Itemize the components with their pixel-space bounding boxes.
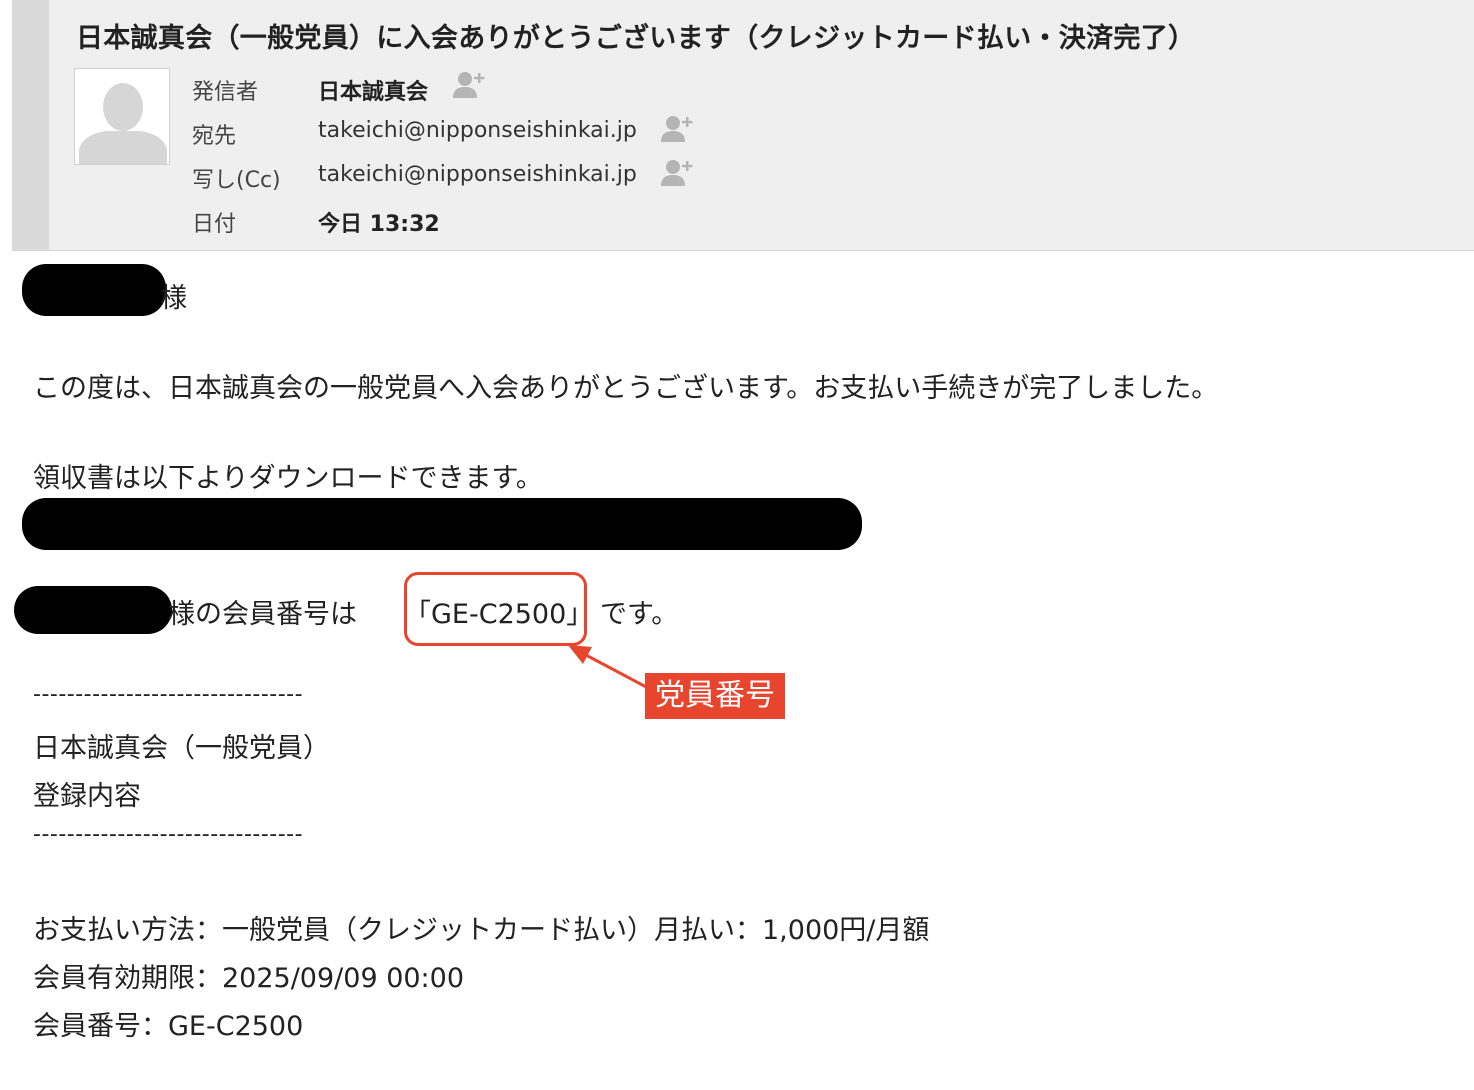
payment-method: お支払い方法：一般党員（クレジットカード払い）月払い：1,000円/月額 <box>33 915 930 946</box>
member-line-suffix: です。 <box>600 599 679 630</box>
add-contact-icon[interactable] <box>452 70 486 98</box>
annotation-highlight-box <box>404 572 587 646</box>
divider-top: -------------------------------- <box>33 682 304 707</box>
membership-number: 会員番号：GE-C2500 <box>33 1011 304 1042</box>
add-contact-icon[interactable] <box>660 158 694 186</box>
add-contact-icon[interactable] <box>660 114 694 142</box>
redacted-receipt-link[interactable] <box>22 498 862 550</box>
annotation-label: 党員番号 <box>645 673 785 719</box>
cc-value[interactable]: takeichi@nipponseishinkai.jp <box>318 162 637 187</box>
email-subject: 日本誠真会（一般党員）に入会ありがとうございます（クレジットカード払い・決済完了… <box>76 23 1196 54</box>
date-label: 日付 <box>192 212 237 237</box>
redaction-bar <box>22 264 166 316</box>
from-value[interactable]: 日本誠真会 <box>318 74 428 106</box>
divider-bottom: -------------------------------- <box>33 822 304 847</box>
membership-expiry: 会員有効期限：2025/09/09 00:00 <box>33 963 465 994</box>
member-line-prefix: 様の会員番号は <box>168 599 357 630</box>
receipt-line: 領収書は以下よりダウンロードできます。 <box>33 463 543 494</box>
to-value[interactable]: takeichi@nipponseishinkai.jp <box>318 118 637 143</box>
to-label: 宛先 <box>192 124 237 149</box>
sender-avatar <box>74 68 170 165</box>
header-side-bar <box>12 0 49 250</box>
date-value: 今日 13:32 <box>318 212 440 237</box>
cc-label: 写し(Cc) <box>192 168 281 193</box>
redaction-bar <box>14 586 172 634</box>
salutation-suffix: 様 <box>160 283 187 314</box>
registration-subtitle: 登録内容 <box>33 781 141 812</box>
thanks-line: この度は、日本誠真会の一般党員へ入会ありがとうございます。お支払い手続きが完了し… <box>33 373 1219 404</box>
email-header: 日本誠真会（一般党員）に入会ありがとうございます（クレジットカード払い・決済完了… <box>12 0 1474 251</box>
from-label: 発信者 <box>192 80 259 105</box>
registration-title: 日本誠真会（一般党員） <box>33 733 330 764</box>
person-silhouette-icon <box>75 69 169 164</box>
